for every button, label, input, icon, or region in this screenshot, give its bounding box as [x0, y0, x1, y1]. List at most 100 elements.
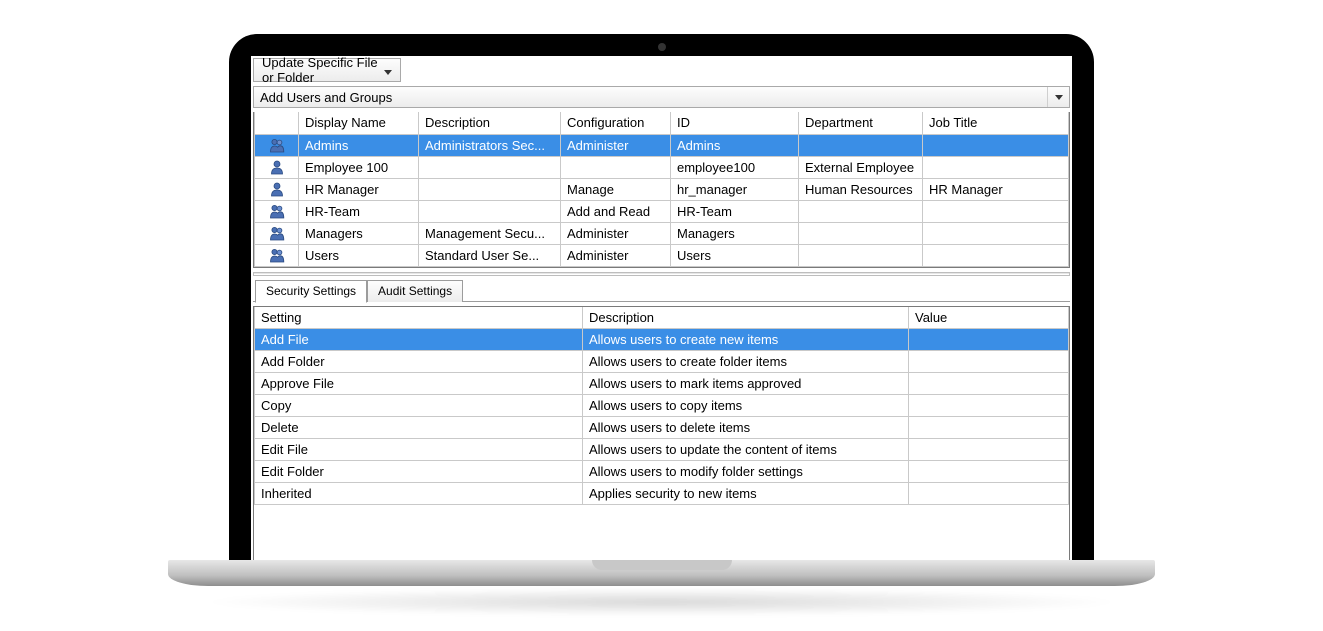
chevron-down-icon	[384, 63, 392, 78]
settings-tabstrip: Security Settings Audit Settings	[253, 280, 1070, 302]
cell-description: Administrators Sec...	[419, 134, 561, 156]
col-icon[interactable]	[255, 112, 299, 134]
cell-value	[909, 460, 1069, 482]
cell-setting: Add File	[255, 328, 583, 350]
table-row[interactable]: DeleteAllows users to delete items	[255, 416, 1069, 438]
cell-department: Human Resources	[799, 178, 923, 200]
cell-setting: Edit File	[255, 438, 583, 460]
group-icon	[255, 200, 299, 222]
splitter-bar[interactable]	[253, 272, 1070, 276]
cell-display-name: Admins	[299, 134, 419, 156]
user-icon	[255, 156, 299, 178]
cell-department	[799, 134, 923, 156]
laptop-notch	[592, 560, 732, 570]
table-row[interactable]: HR-TeamAdd and ReadHR-Team	[255, 200, 1069, 222]
cell-setting: Copy	[255, 394, 583, 416]
col-configuration[interactable]: Configuration	[561, 112, 671, 134]
cell-description: Allows users to copy items	[583, 394, 909, 416]
cell-id: Admins	[671, 134, 799, 156]
laptop-base	[168, 560, 1155, 586]
users-grid[interactable]: Display Name Description Configuration I…	[254, 112, 1069, 267]
cell-value	[909, 482, 1069, 504]
cell-value	[909, 438, 1069, 460]
col-display-name[interactable]: Display Name	[299, 112, 419, 134]
cell-setting: Edit Folder	[255, 460, 583, 482]
tab-security-settings[interactable]: Security Settings	[255, 280, 367, 303]
cell-description: Allows users to mark items approved	[583, 372, 909, 394]
cell-setting: Inherited	[255, 482, 583, 504]
screen: Update Specific File or Folder Add Users…	[251, 56, 1072, 562]
cell-setting: Add Folder	[255, 350, 583, 372]
col-value[interactable]: Value	[909, 307, 1069, 329]
col-job-title[interactable]: Job Title	[923, 112, 1069, 134]
cell-description: Allows users to create new items	[583, 328, 909, 350]
cell-value	[909, 416, 1069, 438]
table-row[interactable]: UsersStandard User Se...AdministerUsers	[255, 244, 1069, 266]
settings-grid-panel: Setting Description Value Add FileAllows…	[253, 306, 1070, 563]
user-icon	[255, 178, 299, 200]
app-window: Update Specific File or Folder Add Users…	[253, 58, 1070, 562]
tab-audit-settings[interactable]: Audit Settings	[367, 280, 463, 302]
cell-description: Allows users to create folder items	[583, 350, 909, 372]
cell-description	[419, 200, 561, 222]
camera-dot	[658, 43, 666, 51]
cell-configuration: Administer	[561, 244, 671, 266]
cell-job-title	[923, 134, 1069, 156]
scope-dropdown[interactable]: Update Specific File or Folder	[253, 58, 401, 82]
cell-description: Management Secu...	[419, 222, 561, 244]
cell-configuration: Add and Read	[561, 200, 671, 222]
tab-label: Audit Settings	[378, 284, 452, 298]
cell-display-name: HR Manager	[299, 178, 419, 200]
table-row[interactable]: Add FolderAllows users to create folder …	[255, 350, 1069, 372]
cell-job-title	[923, 222, 1069, 244]
cell-configuration: Administer	[561, 222, 671, 244]
settings-grid[interactable]: Setting Description Value Add FileAllows…	[254, 307, 1069, 505]
col-description[interactable]: Description	[583, 307, 909, 329]
group-icon	[255, 222, 299, 244]
cell-department	[799, 222, 923, 244]
table-row[interactable]: Add FileAllows users to create new items	[255, 328, 1069, 350]
users-grid-panel: Display Name Description Configuration I…	[253, 112, 1070, 268]
table-row[interactable]: HR ManagerManagehr_managerHuman Resource…	[255, 178, 1069, 200]
cell-display-name: Managers	[299, 222, 419, 244]
table-row[interactable]: Approve FileAllows users to mark items a…	[255, 372, 1069, 394]
cell-id: hr_manager	[671, 178, 799, 200]
cell-job-title	[923, 156, 1069, 178]
cell-department	[799, 244, 923, 266]
cell-description: Allows users to delete items	[583, 416, 909, 438]
add-users-label: Add Users and Groups	[260, 90, 392, 105]
cell-display-name: Users	[299, 244, 419, 266]
add-users-dropdown[interactable]: Add Users and Groups	[253, 86, 1070, 108]
cell-value	[909, 372, 1069, 394]
cell-id: Users	[671, 244, 799, 266]
cell-setting: Approve File	[255, 372, 583, 394]
cell-display-name: HR-Team	[299, 200, 419, 222]
cell-value	[909, 328, 1069, 350]
cell-id: Managers	[671, 222, 799, 244]
cell-job-title: HR Manager	[923, 178, 1069, 200]
col-id[interactable]: ID	[671, 112, 799, 134]
table-row[interactable]: AdminsAdministrators Sec...AdministerAdm…	[255, 134, 1069, 156]
cell-job-title	[923, 244, 1069, 266]
table-row[interactable]: InheritedApplies security to new items	[255, 482, 1069, 504]
laptop-frame: Update Specific File or Folder Add Users…	[229, 34, 1094, 562]
cell-department	[799, 200, 923, 222]
table-row[interactable]: Edit FileAllows users to update the cont…	[255, 438, 1069, 460]
cell-value	[909, 350, 1069, 372]
table-row[interactable]: Edit FolderAllows users to modify folder…	[255, 460, 1069, 482]
table-row[interactable]: ManagersManagement Secu...AdministerMana…	[255, 222, 1069, 244]
cell-job-title	[923, 200, 1069, 222]
cell-id: HR-Team	[671, 200, 799, 222]
chevron-down-icon[interactable]	[1047, 87, 1069, 107]
cell-description: Allows users to update the content of it…	[583, 438, 909, 460]
col-description[interactable]: Description	[419, 112, 561, 134]
table-row[interactable]: Employee 100employee100External Employee	[255, 156, 1069, 178]
cell-description: Standard User Se...	[419, 244, 561, 266]
cell-description	[419, 178, 561, 200]
group-icon	[255, 244, 299, 266]
col-department[interactable]: Department	[799, 112, 923, 134]
cell-description	[419, 156, 561, 178]
table-row[interactable]: CopyAllows users to copy items	[255, 394, 1069, 416]
cell-id: employee100	[671, 156, 799, 178]
col-setting[interactable]: Setting	[255, 307, 583, 329]
